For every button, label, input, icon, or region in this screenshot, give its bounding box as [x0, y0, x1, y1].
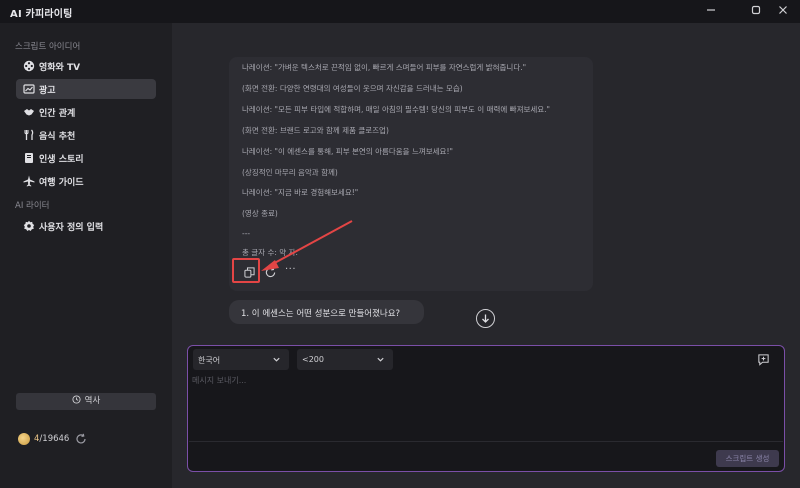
minimize-icon	[707, 9, 715, 11]
generate-script-button[interactable]: 스크립트 생성	[716, 450, 779, 467]
sidebar-item-movies-tv[interactable]: 영화와 TV	[16, 56, 156, 76]
message-line: (화면 전환: 다양한 연령대의 여성들이 웃으며 자신감을 드러내는 모습)	[242, 84, 463, 93]
chevron-down-icon	[377, 357, 384, 362]
app-title: AI 카피라이팅	[10, 9, 73, 20]
suggested-question-text: 1. 이 에센스는 어떤 성분으로 만들어졌나요?	[241, 309, 401, 319]
language-select[interactable]: 한국어	[193, 349, 289, 370]
message-line: 나레이션: "가벼운 텍스처로 끈적임 없이, 빠르게 스며들어 피부를 자연스…	[242, 63, 527, 72]
maximize-button[interactable]	[747, 3, 765, 19]
sidebar-item-life-story[interactable]: 인생 스토리	[16, 148, 156, 168]
history-button[interactable]: 역사	[16, 393, 156, 410]
message-line: 나레이션: "이 에센스를 통해, 피부 본연의 아름다움을 느껴보세요!"	[242, 147, 453, 156]
history-icon	[72, 395, 81, 404]
sidebar-item-ads[interactable]: 광고	[16, 79, 156, 99]
language-value: 한국어	[198, 356, 221, 365]
sidebar-item-label: 여행 가이드	[39, 178, 84, 188]
scroll-down-button[interactable]	[476, 309, 495, 328]
book-icon	[25, 153, 33, 163]
credit-text: 4/19646	[34, 434, 69, 444]
gear-icon	[23, 220, 35, 231]
message-line: 나레이션: "지금 바로 경험해보세요!"	[242, 188, 359, 197]
sidebar-item-travel-guide[interactable]: 여행 가이드	[16, 171, 156, 191]
minimize-button[interactable]	[702, 3, 720, 19]
title-bar: AI 카피라이팅	[0, 0, 800, 23]
maximize-icon	[751, 5, 761, 15]
composer-divider	[189, 441, 783, 442]
close-icon	[779, 6, 787, 14]
sidebar-item-label: 인간 관계	[39, 109, 76, 119]
chart-icon	[23, 84, 35, 94]
arrow-down-icon	[482, 314, 489, 323]
coin-icon	[18, 433, 30, 445]
airplane-icon	[23, 175, 35, 187]
message-input[interactable]	[190, 373, 750, 433]
sidebar-item-label: 음식 추천	[39, 132, 76, 142]
message-line: 나레이션: "모든 피부 타입에 적합하며, 매일 아침의 필수템! 당신의 피…	[242, 105, 551, 114]
sidebar-item-label: 영화와 TV	[39, 63, 81, 73]
sidebar-item-custom-input[interactable]: 사용자 정의 입력	[16, 216, 156, 236]
length-value: <200	[302, 355, 324, 364]
sidebar-item-label: 인생 스토리	[39, 155, 84, 165]
credits-total: /19646	[39, 434, 70, 444]
sidebar-item-label: 광고	[39, 86, 56, 96]
sidebar-item-label: 사용자 정의 입력	[39, 223, 104, 233]
annotation-arrow	[261, 220, 353, 271]
sidebar-item-relationships[interactable]: 인간 관계	[16, 102, 156, 122]
refresh-icon[interactable]	[75, 433, 87, 445]
film-reel-icon	[23, 60, 35, 72]
section-label-script-ideas: 스크립트 아이디어	[15, 42, 81, 52]
fork-knife-icon	[24, 129, 34, 140]
sidebar-item-food[interactable]: 음식 추천	[16, 125, 156, 145]
new-chat-icon[interactable]	[757, 353, 770, 366]
message-line: (상징적인 마무리 음악과 함께)	[242, 168, 338, 177]
section-label-ai-writer: AI 라이터	[15, 201, 50, 211]
history-label: 역사	[84, 396, 101, 406]
handshake-icon	[24, 109, 34, 116]
close-button[interactable]	[774, 3, 792, 19]
message-line: (화면 전환: 브랜드 로고와 함께 제품 클로즈업)	[242, 126, 389, 135]
message-line: ---	[242, 229, 251, 238]
suggested-question[interactable]: 1. 이 에센스는 어떤 성분으로 만들어졌나요?	[229, 300, 424, 324]
length-select[interactable]: <200	[297, 349, 393, 370]
chevron-down-icon	[273, 357, 280, 362]
